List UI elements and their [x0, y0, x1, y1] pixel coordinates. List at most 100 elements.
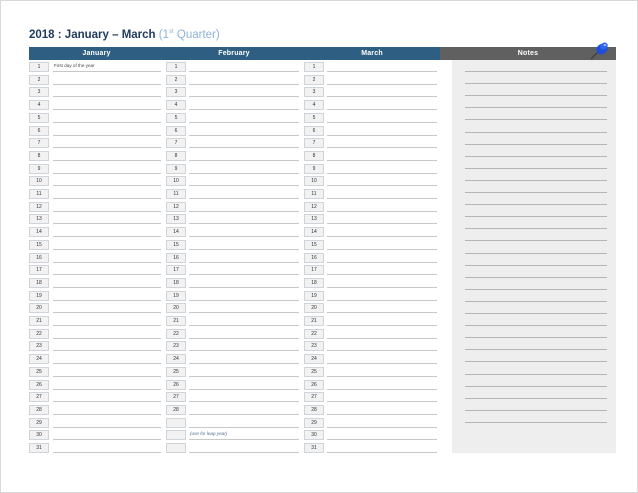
- march-day-line[interactable]: [327, 261, 437, 263]
- notes-line[interactable]: [465, 107, 607, 109]
- march-day-line[interactable]: [327, 401, 437, 403]
- notes-line[interactable]: [465, 131, 607, 133]
- notes-line[interactable]: [465, 179, 607, 181]
- february-day-line[interactable]: [189, 121, 299, 123]
- february-day-line[interactable]: [189, 401, 299, 403]
- january-day-line[interactable]: [53, 159, 161, 161]
- notes-line[interactable]: [465, 276, 607, 278]
- january-day-line[interactable]: [53, 452, 161, 453]
- february-day-line[interactable]: [189, 286, 299, 288]
- february-day-line[interactable]: [189, 198, 299, 199]
- march-day-line[interactable]: [327, 274, 437, 276]
- notes-line[interactable]: [465, 192, 607, 193]
- notes-line[interactable]: [465, 143, 607, 145]
- january-day-line[interactable]: [53, 350, 161, 352]
- february-day-line[interactable]: [189, 172, 299, 174]
- march-day-line[interactable]: [327, 96, 437, 98]
- february-day-line[interactable]: [189, 325, 299, 326]
- notes-line[interactable]: [465, 167, 607, 169]
- february-day-line[interactable]: [189, 426, 299, 428]
- february-day-line[interactable]: [189, 350, 299, 352]
- february-day-line[interactable]: [189, 96, 299, 98]
- notes-line[interactable]: [465, 397, 607, 399]
- january-day-line[interactable]: [53, 337, 161, 339]
- february-day-line[interactable]: [189, 134, 299, 136]
- january-day-line[interactable]: [53, 439, 161, 441]
- january-day-line[interactable]: [53, 261, 161, 263]
- notes-line[interactable]: [465, 325, 607, 327]
- march-day-line[interactable]: [327, 159, 437, 161]
- january-day-line[interactable]: [53, 375, 161, 377]
- january-day-line[interactable]: [53, 83, 161, 85]
- march-day-line[interactable]: [327, 185, 437, 187]
- notes-line[interactable]: [465, 83, 607, 85]
- january-day-line[interactable]: [53, 274, 161, 276]
- notes-line[interactable]: [465, 71, 607, 72]
- january-day-line[interactable]: [53, 388, 161, 390]
- march-day-line[interactable]: [327, 121, 437, 123]
- february-day-line[interactable]: [189, 274, 299, 276]
- february-day-line[interactable]: [189, 363, 299, 365]
- notes-line[interactable]: [465, 228, 607, 230]
- notes-line[interactable]: [465, 264, 607, 266]
- march-day-line[interactable]: [327, 337, 437, 339]
- notes-line[interactable]: [465, 349, 607, 351]
- march-day-line[interactable]: [327, 198, 437, 199]
- february-day-line[interactable]: [189, 185, 299, 187]
- january-day-line[interactable]: [53, 426, 161, 428]
- january-day-line[interactable]: [53, 286, 161, 288]
- notes-line[interactable]: [465, 373, 607, 375]
- notes-line[interactable]: [465, 337, 607, 339]
- march-day-line[interactable]: [327, 413, 437, 415]
- march-day-line[interactable]: [327, 147, 437, 149]
- january-day-line[interactable]: [53, 413, 161, 415]
- march-day-line[interactable]: [327, 236, 437, 238]
- february-day-line[interactable]: [189, 147, 299, 149]
- january-day-line[interactable]: [53, 210, 161, 212]
- march-day-line[interactable]: [327, 248, 437, 250]
- march-day-line[interactable]: [327, 350, 437, 352]
- notes-line[interactable]: [465, 204, 607, 206]
- february-day-line[interactable]: [189, 388, 299, 390]
- january-day-line[interactable]: [53, 325, 161, 326]
- january-day-line[interactable]: [53, 96, 161, 98]
- february-day-line[interactable]: [189, 71, 299, 72]
- notes-line[interactable]: [465, 216, 607, 218]
- notes-line[interactable]: [465, 361, 607, 363]
- january-day-line[interactable]: [53, 147, 161, 149]
- march-day-line[interactable]: [327, 452, 437, 453]
- february-day-line[interactable]: [189, 223, 299, 225]
- march-day-line[interactable]: [327, 109, 437, 111]
- february-day-line[interactable]: [189, 248, 299, 250]
- march-day-line[interactable]: [327, 312, 437, 314]
- march-day-line[interactable]: [327, 223, 437, 225]
- notes-line[interactable]: [465, 288, 607, 290]
- january-day-line[interactable]: [53, 109, 161, 111]
- march-day-line[interactable]: [327, 439, 437, 441]
- january-day-line[interactable]: [53, 121, 161, 123]
- march-day-line[interactable]: [327, 299, 437, 301]
- notes-line[interactable]: [465, 155, 607, 157]
- february-day-line[interactable]: [189, 261, 299, 263]
- notes-line[interactable]: [465, 300, 607, 302]
- march-day-line[interactable]: [327, 325, 437, 326]
- march-day-line[interactable]: [327, 388, 437, 390]
- notes-line[interactable]: [465, 313, 607, 314]
- march-day-line[interactable]: [327, 210, 437, 212]
- january-day-line[interactable]: [53, 172, 161, 174]
- january-day-line[interactable]: [53, 312, 161, 314]
- march-day-line[interactable]: [327, 363, 437, 365]
- february-day-line[interactable]: [189, 299, 299, 301]
- march-day-line[interactable]: [327, 172, 437, 174]
- notes-line[interactable]: [465, 409, 607, 411]
- notes-line[interactable]: [465, 385, 607, 387]
- march-day-line[interactable]: [327, 83, 437, 85]
- january-day-line[interactable]: [53, 248, 161, 250]
- march-day-line[interactable]: [327, 375, 437, 377]
- january-day-line[interactable]: [53, 185, 161, 187]
- january-day-line[interactable]: [53, 401, 161, 403]
- february-day-line[interactable]: [189, 109, 299, 111]
- february-day-line[interactable]: [189, 83, 299, 85]
- january-day-line[interactable]: [53, 236, 161, 238]
- march-day-line[interactable]: [327, 134, 437, 136]
